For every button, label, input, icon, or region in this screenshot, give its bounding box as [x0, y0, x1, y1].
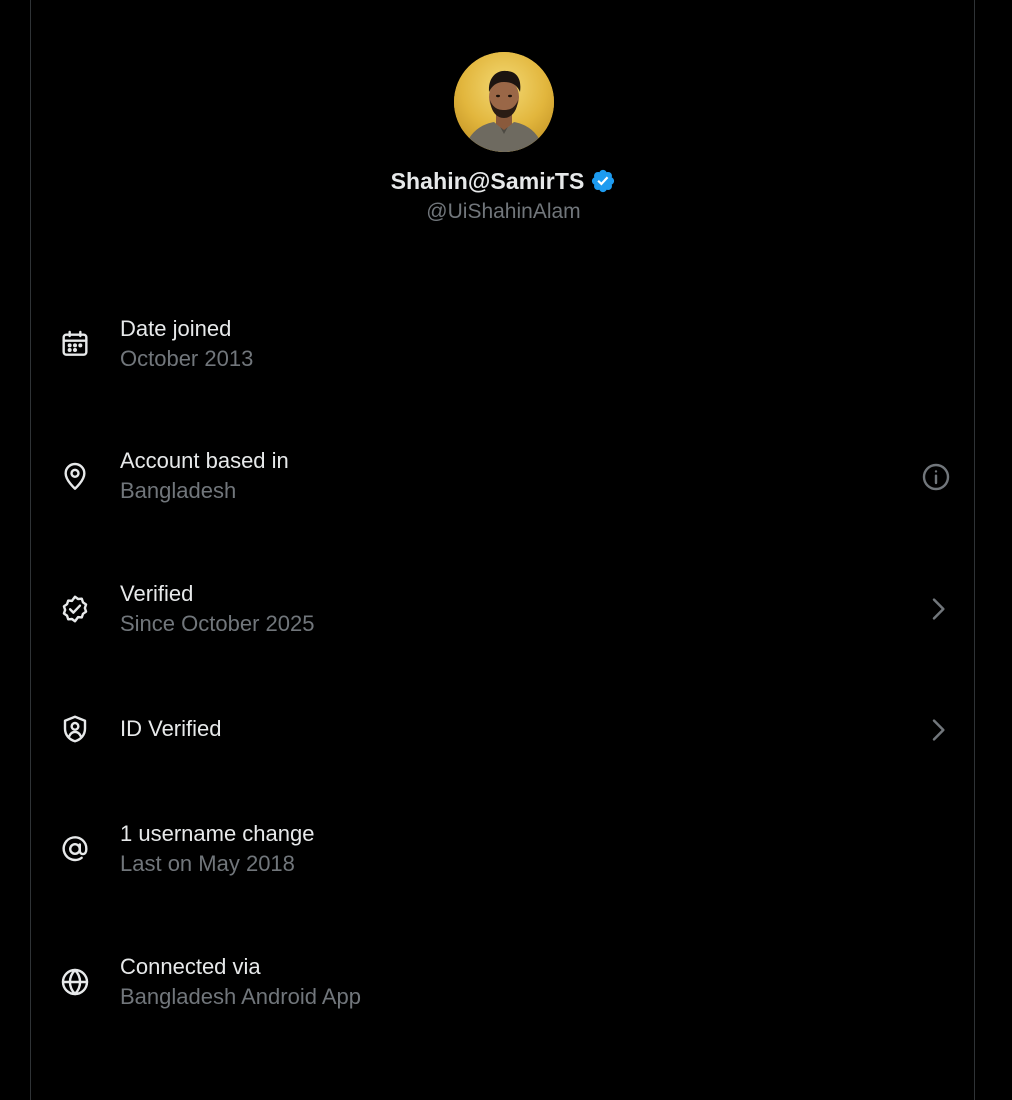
info-row-title: Connected via — [120, 954, 261, 979]
info-row-title: ID Verified — [120, 716, 222, 741]
avatar[interactable] — [453, 52, 554, 152]
info-row-subtitle: Last on May 2018 — [120, 851, 295, 876]
info-row-text: Connected via Bangladesh Android App — [120, 952, 361, 1012]
info-row-connected-via: Connected via Bangladesh Android App — [31, 938, 976, 1028]
info-row-text: 1 username change Last on May 2018 — [120, 819, 314, 879]
info-row-title: Verified — [120, 581, 194, 606]
info-row-title: Account based in — [120, 448, 289, 473]
globe-icon — [59, 966, 91, 998]
chevron-right-icon[interactable] — [922, 593, 954, 625]
page: Shahin@SamirTS @UiShahinAlam Date joined… — [0, 0, 1012, 1100]
info-row-text: ID Verified — [120, 714, 222, 744]
avatar-image — [453, 52, 554, 152]
info-row-verified[interactable]: Verified Since October 2025 — [31, 565, 976, 655]
shield-user-icon — [59, 713, 91, 745]
name-row: Shahin@SamirTS — [31, 166, 976, 196]
info-row-subtitle: Bangladesh Android App — [120, 984, 361, 1009]
info-row-date-joined: Date joined October 2013 — [31, 300, 976, 390]
info-row-text: Date joined October 2013 — [120, 314, 253, 374]
info-row-subtitle: Bangladesh — [120, 478, 237, 503]
info-row-account-based-in: Account based in Bangladesh — [31, 432, 976, 522]
verified-badge-icon[interactable] — [590, 168, 616, 194]
info-row-title: Date joined — [120, 316, 232, 341]
chevron-right-icon[interactable] — [922, 714, 954, 746]
info-row-username-change: 1 username change Last on May 2018 — [31, 805, 976, 895]
username-handle: @UiShahinAlam — [426, 200, 581, 223]
info-row-id-verified[interactable]: ID Verified — [31, 686, 976, 776]
location-pin-icon — [59, 460, 91, 492]
about-account-panel: Shahin@SamirTS @UiShahinAlam Date joined… — [30, 0, 975, 1100]
info-row-subtitle: October 2013 — [120, 346, 254, 371]
info-row-subtitle: Since October 2025 — [120, 611, 315, 636]
calendar-icon — [59, 328, 91, 360]
at-sign-icon — [59, 833, 91, 865]
info-row-title: 1 username change — [120, 821, 315, 846]
profile-header: Shahin@SamirTS @UiShahinAlam — [31, 52, 976, 224]
info-icon[interactable] — [920, 461, 952, 493]
info-row-text: Account based in Bangladesh — [120, 446, 289, 506]
info-row-text: Verified Since October 2025 — [120, 579, 314, 639]
verified-badge-icon — [59, 593, 91, 625]
display-name: Shahin@SamirTS — [390, 167, 585, 194]
